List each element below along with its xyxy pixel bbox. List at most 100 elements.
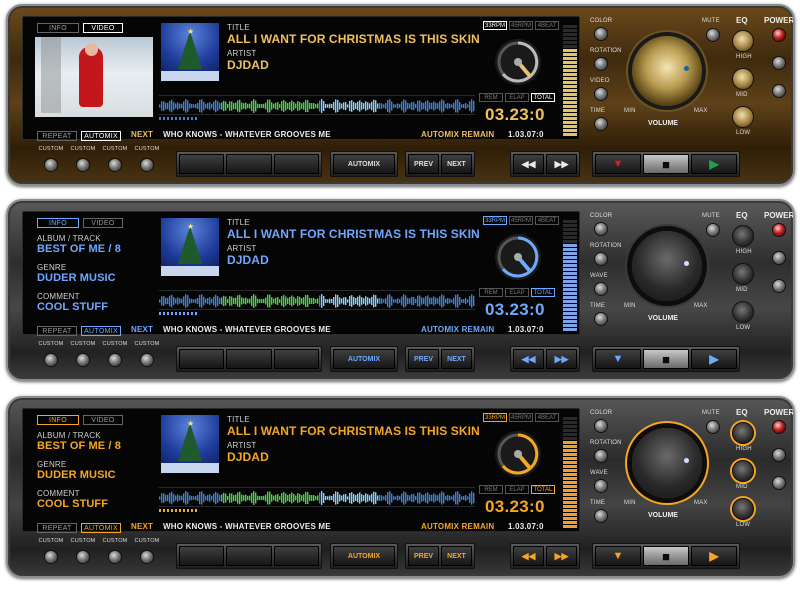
tab-info[interactable]: INFO bbox=[37, 415, 79, 425]
volume-knob[interactable] bbox=[632, 428, 702, 498]
waveform[interactable] bbox=[159, 290, 475, 310]
eq-knob-low[interactable] bbox=[732, 301, 754, 323]
power-knob[interactable] bbox=[772, 28, 786, 42]
side-knob-time[interactable] bbox=[594, 312, 608, 326]
power-knob[interactable] bbox=[772, 223, 786, 237]
prev-button[interactable]: PREV bbox=[408, 546, 439, 566]
time-mode-rem[interactable]: REM bbox=[479, 485, 503, 494]
fast-forward-icon[interactable]: ▶▶ bbox=[546, 546, 577, 566]
side-knob-rotation[interactable] bbox=[594, 57, 608, 71]
time-mode-total[interactable]: TOTAL bbox=[531, 288, 555, 297]
custom-knob-4[interactable] bbox=[140, 550, 154, 564]
side-knob-wave[interactable] bbox=[594, 282, 608, 296]
custom-knob-3[interactable] bbox=[108, 353, 122, 367]
eq-knob-low[interactable] bbox=[732, 498, 754, 520]
automix-toggle[interactable]: AUTOMIX bbox=[81, 131, 121, 141]
rpm-toggle-0[interactable]: 33RPM bbox=[483, 413, 507, 422]
blank-button-2[interactable] bbox=[226, 154, 272, 174]
tab-info[interactable]: INFO bbox=[37, 218, 79, 228]
blank-button-2[interactable] bbox=[226, 546, 272, 566]
side-knob-rotation[interactable] bbox=[594, 449, 608, 463]
power-aux-knob-2[interactable] bbox=[772, 476, 786, 490]
custom-knob-2[interactable] bbox=[76, 550, 90, 564]
automix-button[interactable]: AUTOMIX bbox=[333, 349, 395, 369]
mute-knob[interactable] bbox=[706, 28, 720, 42]
prev-button[interactable]: PREV bbox=[408, 154, 439, 174]
blank-button-1[interactable] bbox=[179, 546, 225, 566]
rpm-toggle-2[interactable]: 4BEAT bbox=[535, 21, 559, 30]
side-knob-color[interactable] bbox=[594, 27, 608, 41]
time-mode-elap[interactable]: ELAP bbox=[505, 93, 529, 102]
tab-video[interactable]: VIDEO bbox=[83, 415, 123, 425]
waveform[interactable] bbox=[159, 95, 475, 115]
fast-forward-icon[interactable]: ▶▶ bbox=[546, 154, 577, 174]
repeat-toggle[interactable]: REPEAT bbox=[37, 131, 77, 141]
power-aux-knob-1[interactable] bbox=[772, 448, 786, 462]
rewind-icon[interactable]: ◀◀ bbox=[513, 546, 544, 566]
rpm-toggle-1[interactable]: 45RPM bbox=[509, 413, 533, 422]
rpm-toggle-0[interactable]: 33RPM bbox=[483, 21, 507, 30]
eq-knob-high[interactable] bbox=[732, 225, 754, 247]
rpm-toggle-2[interactable]: 4BEAT bbox=[535, 216, 559, 225]
custom-knob-4[interactable] bbox=[140, 353, 154, 367]
custom-knob-1[interactable] bbox=[44, 550, 58, 564]
blank-button-3[interactable] bbox=[273, 349, 319, 369]
rewind-icon[interactable]: ◀◀ bbox=[513, 154, 544, 174]
custom-knob-3[interactable] bbox=[108, 158, 122, 172]
custom-knob-2[interactable] bbox=[76, 158, 90, 172]
power-aux-knob-1[interactable] bbox=[772, 56, 786, 70]
automix-toggle[interactable]: AUTOMIX bbox=[81, 523, 121, 533]
blank-button-1[interactable] bbox=[179, 154, 225, 174]
side-knob-color[interactable] bbox=[594, 222, 608, 236]
blank-button-2[interactable] bbox=[226, 349, 272, 369]
automix-toggle[interactable]: AUTOMIX bbox=[81, 326, 121, 336]
tab-info[interactable]: INFO bbox=[37, 23, 79, 33]
power-aux-knob-1[interactable] bbox=[772, 251, 786, 265]
custom-knob-1[interactable] bbox=[44, 353, 58, 367]
custom-knob-3[interactable] bbox=[108, 550, 122, 564]
eq-knob-low[interactable] bbox=[732, 106, 754, 128]
repeat-toggle[interactable]: REPEAT bbox=[37, 326, 77, 336]
eq-knob-mid[interactable] bbox=[732, 68, 754, 90]
power-knob[interactable] bbox=[772, 420, 786, 434]
side-knob-time[interactable] bbox=[594, 509, 608, 523]
side-knob-video[interactable] bbox=[594, 87, 608, 101]
eq-knob-high[interactable] bbox=[732, 30, 754, 52]
blank-button-1[interactable] bbox=[179, 349, 225, 369]
tab-video[interactable]: VIDEO bbox=[83, 218, 123, 228]
volume-knob[interactable] bbox=[632, 36, 702, 106]
next-button[interactable]: NEXT bbox=[441, 154, 472, 174]
rpm-toggle-1[interactable]: 45RPM bbox=[509, 216, 533, 225]
time-mode-elap[interactable]: ELAP bbox=[505, 485, 529, 494]
power-aux-knob-2[interactable] bbox=[772, 279, 786, 293]
eq-knob-mid[interactable] bbox=[732, 460, 754, 482]
power-aux-knob-2[interactable] bbox=[772, 84, 786, 98]
time-mode-total[interactable]: TOTAL bbox=[531, 93, 555, 102]
next-button[interactable]: NEXT bbox=[441, 349, 472, 369]
eq-knob-high[interactable] bbox=[732, 422, 754, 444]
time-mode-rem[interactable]: REM bbox=[479, 93, 503, 102]
time-mode-elap[interactable]: ELAP bbox=[505, 288, 529, 297]
automix-button[interactable]: AUTOMIX bbox=[333, 154, 395, 174]
time-mode-total[interactable]: TOTAL bbox=[531, 485, 555, 494]
volume-knob[interactable] bbox=[632, 231, 702, 301]
time-mode-rem[interactable]: REM bbox=[479, 288, 503, 297]
blank-button-3[interactable] bbox=[273, 546, 319, 566]
rewind-icon[interactable]: ◀◀ bbox=[513, 349, 544, 369]
waveform[interactable] bbox=[159, 487, 475, 507]
custom-knob-4[interactable] bbox=[140, 158, 154, 172]
rpm-toggle-0[interactable]: 33RPM bbox=[483, 216, 507, 225]
fast-forward-icon[interactable]: ▶▶ bbox=[546, 349, 577, 369]
side-knob-rotation[interactable] bbox=[594, 252, 608, 266]
automix-button[interactable]: AUTOMIX bbox=[333, 546, 395, 566]
blank-button-3[interactable] bbox=[273, 154, 319, 174]
side-knob-time[interactable] bbox=[594, 117, 608, 131]
eq-knob-mid[interactable] bbox=[732, 263, 754, 285]
custom-knob-2[interactable] bbox=[76, 353, 90, 367]
rpm-toggle-2[interactable]: 4BEAT bbox=[535, 413, 559, 422]
tab-video[interactable]: VIDEO bbox=[83, 23, 123, 33]
mute-knob[interactable] bbox=[706, 223, 720, 237]
custom-knob-1[interactable] bbox=[44, 158, 58, 172]
side-knob-wave[interactable] bbox=[594, 479, 608, 493]
side-knob-color[interactable] bbox=[594, 419, 608, 433]
